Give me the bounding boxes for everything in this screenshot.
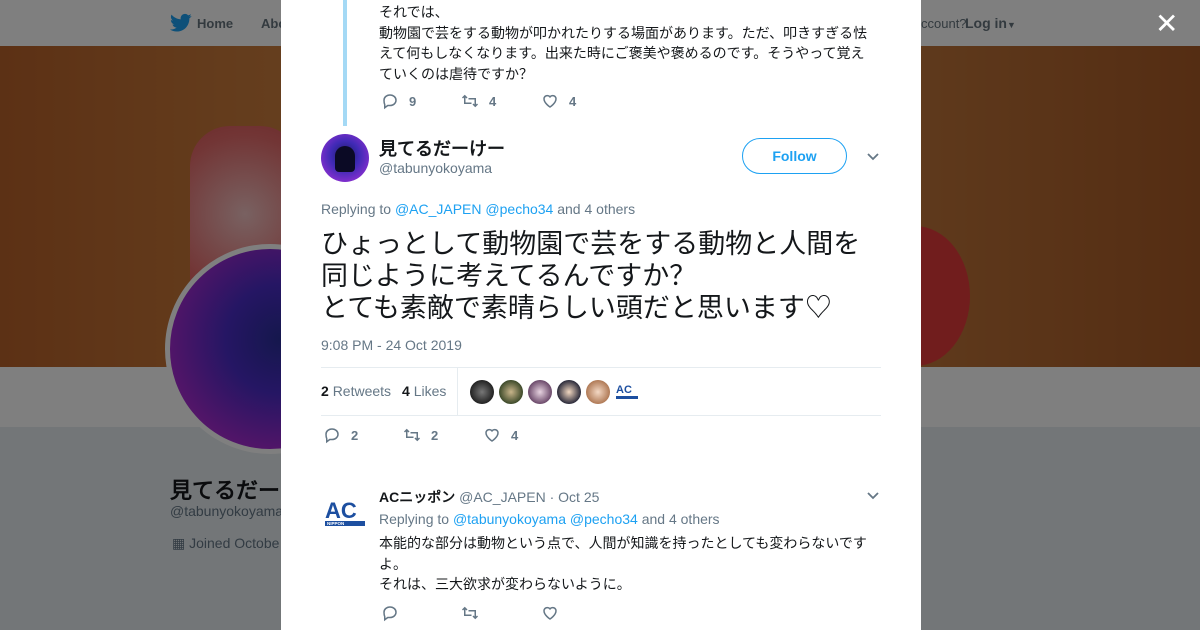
tweet-text: ひょっとして動物園で芸をする動物と人間を 同じように考えてるんですか？ とても素… [321, 228, 891, 324]
like-icon [543, 94, 557, 108]
previous-tweet-actions: 9 4 4 [381, 92, 621, 110]
tweet-text-line: ひょっとして動物園で芸をする動物と人間を [321, 229, 861, 259]
replying-to: Replying to @AC_JAPEN @pecho34 and 4 oth… [321, 201, 635, 217]
reply-button[interactable] [381, 604, 461, 622]
tweet-text-line: とても素敵で素晴らしい頭だと思います♡ [321, 293, 832, 323]
reply-button[interactable]: 9 [381, 92, 461, 110]
reply-button[interactable]: 2 [323, 426, 403, 444]
tweet-actions: 2 2 4 [323, 426, 563, 444]
retweets-stat[interactable]: 2 Retweets [321, 383, 391, 399]
reply-icon [383, 94, 397, 110]
reply-count: 2 [351, 427, 359, 443]
close-icon[interactable]: ✕ [1155, 10, 1178, 38]
reply-tweet-text: 本能的な部分は動物という点で、人間が知識を持ったとしても変わらないですよ。 それ… [379, 533, 874, 595]
retweet-count: 2 [431, 427, 439, 443]
tweet-author-avatar[interactable] [321, 134, 369, 182]
reply-tweet-actions [381, 604, 621, 622]
tweet-modal: それでは、 動物園で芸をする動物が叩かれたりする場面があります。ただ、叩きすぎる… [281, 0, 921, 630]
tweet-text-line: 同じように考えてるんですか？ [321, 261, 697, 291]
reply-date[interactable]: · Oct 25 [550, 489, 600, 505]
liker-avatar[interactable] [586, 380, 610, 404]
liker-avatar[interactable] [499, 380, 523, 404]
tweet-timestamp[interactable]: 9:08 PM - 24 Oct 2019 [321, 337, 462, 353]
likes-stat-count: 4 [402, 383, 410, 399]
replying-others[interactable]: and 4 others [642, 511, 720, 527]
stats-divider [457, 368, 458, 415]
retweet-icon [403, 428, 421, 442]
retweet-icon [461, 94, 479, 108]
ac-nippon-logo[interactable]: AC [615, 380, 639, 404]
reply-icon [383, 606, 397, 622]
reply-to-link[interactable]: @pecho34 [570, 511, 638, 527]
chevron-down-icon[interactable] [866, 150, 880, 164]
svg-text:AC: AC [616, 384, 632, 396]
reply-tweet-header: ACニッポン @AC_JAPEN · Oct 25 [379, 487, 599, 507]
like-icon [543, 606, 557, 620]
retweets-stat-count: 2 [321, 383, 329, 399]
reply-replying-to: Replying to @tabunyokoyama @pecho34 and … [379, 511, 720, 527]
like-count: 4 [569, 93, 577, 109]
reply-to-link[interactable]: @tabunyokoyama [453, 511, 566, 527]
replying-prefix: Replying to [321, 201, 392, 217]
thread-line [343, 0, 347, 126]
reply-text-line: それは、三大欲求が変わらないように。 [379, 576, 631, 592]
ac-nippon-logo[interactable]: AC NIPPON [321, 490, 369, 538]
reply-author-name[interactable]: ACニッポン [379, 489, 455, 505]
replying-others[interactable]: and 4 others [557, 201, 635, 217]
tweet-author-handle[interactable]: @tabunyokoyama [379, 160, 492, 176]
replying-prefix: Replying to [379, 511, 450, 527]
tweet-author-name[interactable]: 見てるだーけー [379, 135, 505, 161]
previous-tweet-line: 動物園で芸をする動物が叩かれたりする場面があります。ただ、叩きすぎる怯えて何もし… [379, 24, 868, 82]
like-icon [485, 428, 499, 442]
previous-tweet-text: それでは、 動物園で芸をする動物が叩かれたりする場面があります。ただ、叩きすぎる… [379, 2, 874, 84]
reply-icon [325, 428, 339, 444]
retweet-icon [461, 606, 479, 620]
retweets-stat-label: Retweets [332, 383, 392, 399]
reply-to-link[interactable]: @AC_JAPEN [395, 201, 482, 217]
liker-avatar[interactable] [470, 380, 494, 404]
svg-text:NIPPON: NIPPON [327, 521, 344, 526]
reply-count: 9 [409, 93, 417, 109]
retweet-button[interactable] [461, 604, 541, 622]
reply-author-handle[interactable]: @AC_JAPEN [459, 489, 546, 505]
svg-text:AC: AC [325, 498, 357, 523]
liker-avatar[interactable] [528, 380, 552, 404]
follow-button[interactable]: Follow [742, 138, 847, 174]
reply-text-line: 本能的な部分は動物という点で、人間が知識を持ったとしても変わらないですよ。 [379, 535, 867, 572]
retweet-button[interactable]: 4 [461, 92, 541, 110]
likes-stat[interactable]: 4 Likes [402, 383, 446, 399]
like-count: 4 [511, 427, 519, 443]
liker-avatar[interactable] [557, 380, 581, 404]
like-button[interactable]: 4 [483, 426, 563, 444]
tweet-stats: 2 Retweets 4 Likes AC [321, 367, 881, 416]
retweet-button[interactable]: 2 [403, 426, 483, 444]
chevron-down-icon[interactable] [866, 489, 880, 503]
reply-to-link[interactable]: @pecho34 [485, 201, 553, 217]
retweet-count: 4 [489, 93, 497, 109]
like-button[interactable]: 4 [541, 92, 621, 110]
like-button[interactable] [541, 604, 621, 622]
likes-stat-label: Likes [413, 383, 447, 399]
previous-tweet-line: それでは、 [379, 4, 449, 20]
